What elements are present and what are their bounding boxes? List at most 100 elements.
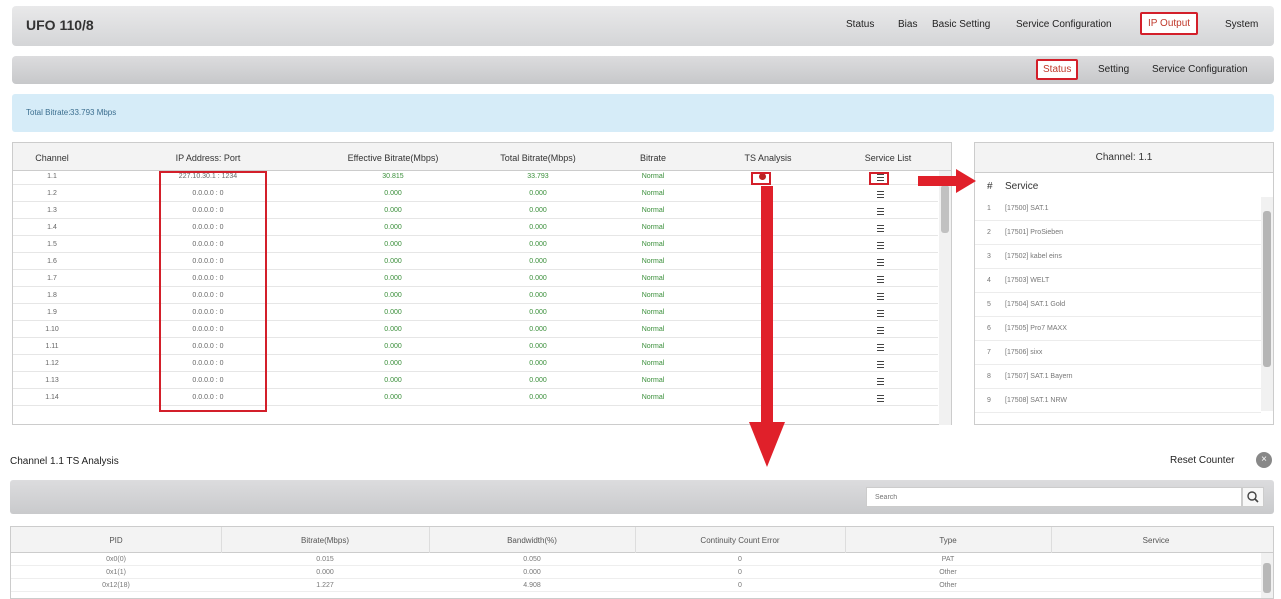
subnav-setting[interactable]: Setting	[1098, 64, 1129, 75]
total-bitrate-cell: 0.000	[529, 343, 547, 350]
bitrate-status-cell: Normal	[641, 173, 665, 180]
service-list-icon[interactable]	[875, 327, 885, 336]
service-row[interactable]: 9 [17508] SAT.1 NRW	[975, 389, 1261, 413]
service-list-icon[interactable]	[875, 191, 885, 200]
channel-row[interactable]: 1.2 0.0.0.0 : 0 0.000 0.000 Normal	[13, 188, 938, 202]
pid-row[interactable]: 0x12(18) 1.227 4.908 0 Other	[11, 581, 1261, 592]
total-bitrate-label: Total Bitrate:	[26, 108, 71, 117]
service-row[interactable]: 4 [17503] WELT	[975, 269, 1261, 293]
channel-cell: 1.13	[45, 377, 59, 384]
channel-cell: 1.10	[45, 326, 59, 333]
col-bandwidth: Bandwidth(%)	[507, 536, 557, 545]
cc-error-cell: 0	[738, 569, 742, 576]
search-input[interactable]	[866, 487, 1242, 507]
channel-row[interactable]: 1.1 227.10.30.1 : 1234 30.815 33.793 Normal	[13, 171, 938, 185]
search-button[interactable]	[1242, 487, 1264, 507]
channel-row[interactable]: 1.8 0.0.0.0 : 0 0.000 0.000 Normal	[13, 290, 938, 304]
service-name: [17502] kabel eins	[1005, 253, 1062, 260]
total-bitrate-value: 33.793 Mbps	[70, 108, 117, 117]
service-panel-title: Channel: 1.1	[975, 143, 1273, 173]
service-list-icon[interactable]	[875, 361, 885, 370]
ip-port-cell: 0.0.0.0 : 0	[192, 343, 224, 350]
col-service: Service	[1005, 181, 1039, 192]
service-row[interactable]: 1 [17500] SAT.1	[975, 197, 1261, 221]
channel-row[interactable]: 1.7 0.0.0.0 : 0 0.000 0.000 Normal	[13, 273, 938, 287]
col-cc-error: Continuity Count Error	[700, 536, 780, 545]
service-list-icon[interactable]	[875, 310, 885, 319]
service-row[interactable]: 2 [17501] ProSieben	[975, 221, 1261, 245]
service-panel-scrollbar[interactable]	[1261, 197, 1273, 411]
service-number: 1	[987, 205, 991, 212]
channel-row[interactable]: 1.14 0.0.0.0 : 0 0.000 0.000 Normal	[13, 392, 938, 406]
channel-cell: 1.3	[47, 207, 57, 214]
bitrate-status-cell: Normal	[641, 258, 665, 265]
effective-bitrate-cell: 0.000	[384, 241, 402, 248]
channel-table-scrollbar[interactable]	[939, 171, 951, 425]
service-list-icon[interactable]	[875, 208, 885, 217]
ts-analysis-icon[interactable]	[757, 173, 767, 182]
service-list-icon[interactable]	[875, 293, 885, 302]
service-list-icon[interactable]	[875, 344, 885, 353]
nav-service-configuration[interactable]: Service Configuration	[1016, 19, 1112, 30]
nav-system[interactable]: System	[1225, 19, 1258, 30]
channel-row[interactable]: 1.11 0.0.0.0 : 0 0.000 0.000 Normal	[13, 341, 938, 355]
scroll-thumb[interactable]	[1263, 211, 1271, 367]
pid-bitrate-cell: 1.227	[316, 582, 334, 589]
col-bitrate-mbps: Bitrate(Mbps)	[300, 536, 349, 545]
channel-row[interactable]: 1.9 0.0.0.0 : 0 0.000 0.000 Normal	[13, 307, 938, 321]
ip-port-cell: 0.0.0.0 : 0	[192, 207, 224, 214]
pid-table-scrollbar[interactable]	[1261, 553, 1273, 598]
service-list-icon[interactable]	[875, 378, 885, 387]
scroll-thumb[interactable]	[1263, 563, 1271, 593]
type-cell: Other	[939, 582, 957, 589]
col-total-bitrate: Total Bitrate(Mbps)	[500, 153, 576, 163]
total-bitrate-cell: 0.000	[529, 326, 547, 333]
service-list-icon[interactable]	[875, 276, 885, 285]
service-list-icon[interactable]	[875, 174, 885, 183]
service-row[interactable]: 3 [17502] kabel eins	[975, 245, 1261, 269]
pid-cell: 0x12(18)	[102, 582, 130, 589]
col-number: #	[987, 181, 993, 192]
pid-row[interactable]: 0x1(1) 0.000 0.000 0 Other	[11, 568, 1261, 579]
col-service-list: Service List	[864, 153, 912, 163]
effective-bitrate-cell: 0.000	[384, 343, 402, 350]
pid-row[interactable]: 0x0(0) 0.015 0.050 0 PAT	[11, 555, 1261, 566]
effective-bitrate-cell: 0.000	[384, 224, 402, 231]
service-row[interactable]: 5 [17504] SAT.1 Gold	[975, 293, 1261, 317]
channel-cell: 1.2	[47, 190, 57, 197]
channel-row[interactable]: 1.6 0.0.0.0 : 0 0.000 0.000 Normal	[13, 256, 938, 270]
total-bitrate-cell: 0.000	[529, 241, 547, 248]
service-row[interactable]: 7 [17506] sixx	[975, 341, 1261, 365]
subnav-service-configuration[interactable]: Service Configuration	[1152, 64, 1248, 75]
nav-ip-output[interactable]: IP Output	[1140, 12, 1199, 35]
service-number: 6	[987, 325, 991, 332]
service-row[interactable]: 8 [17507] SAT.1 Bayern	[975, 365, 1261, 389]
channel-row[interactable]: 1.3 0.0.0.0 : 0 0.000 0.000 Normal	[13, 205, 938, 219]
col-bitrate: Bitrate	[639, 153, 666, 163]
sub-nav-bar: Status Setting Service Configuration	[12, 56, 1274, 84]
service-list-icon[interactable]	[875, 395, 885, 404]
close-icon[interactable]: ×	[1256, 452, 1272, 468]
subnav-status[interactable]: Status	[1036, 59, 1079, 80]
channel-cell: 1.12	[45, 360, 59, 367]
channel-row[interactable]: 1.5 0.0.0.0 : 0 0.000 0.000 Normal	[13, 239, 938, 253]
channel-row[interactable]: 1.4 0.0.0.0 : 0 0.000 0.000 Normal	[13, 222, 938, 236]
ip-port-cell: 0.0.0.0 : 0	[192, 394, 224, 401]
cc-error-cell: 0	[738, 556, 742, 563]
service-number: 8	[987, 373, 991, 380]
service-list-icon[interactable]	[875, 242, 885, 251]
bitrate-status-cell: Normal	[641, 377, 665, 384]
channel-row[interactable]: 1.13 0.0.0.0 : 0 0.000 0.000 Normal	[13, 375, 938, 389]
reset-counter-button[interactable]: Reset Counter	[1170, 455, 1234, 466]
nav-bias[interactable]: Bias	[898, 19, 917, 30]
service-list-icon[interactable]	[875, 259, 885, 268]
nav-basic-setting[interactable]: Basic Setting	[932, 19, 990, 30]
channel-row[interactable]: 1.12 0.0.0.0 : 0 0.000 0.000 Normal	[13, 358, 938, 372]
channel-row[interactable]: 1.10 0.0.0.0 : 0 0.000 0.000 Normal	[13, 324, 938, 338]
nav-status[interactable]: Status	[846, 19, 874, 30]
service-name: [17503] WELT	[1005, 277, 1050, 284]
service-row[interactable]: 6 [17505] Pro7 MAXX	[975, 317, 1261, 341]
ts-analysis-title: Channel 1.1 TS Analysis	[10, 456, 119, 467]
service-list-icon[interactable]	[875, 225, 885, 234]
service-name: [17504] SAT.1 Gold	[1005, 301, 1066, 308]
